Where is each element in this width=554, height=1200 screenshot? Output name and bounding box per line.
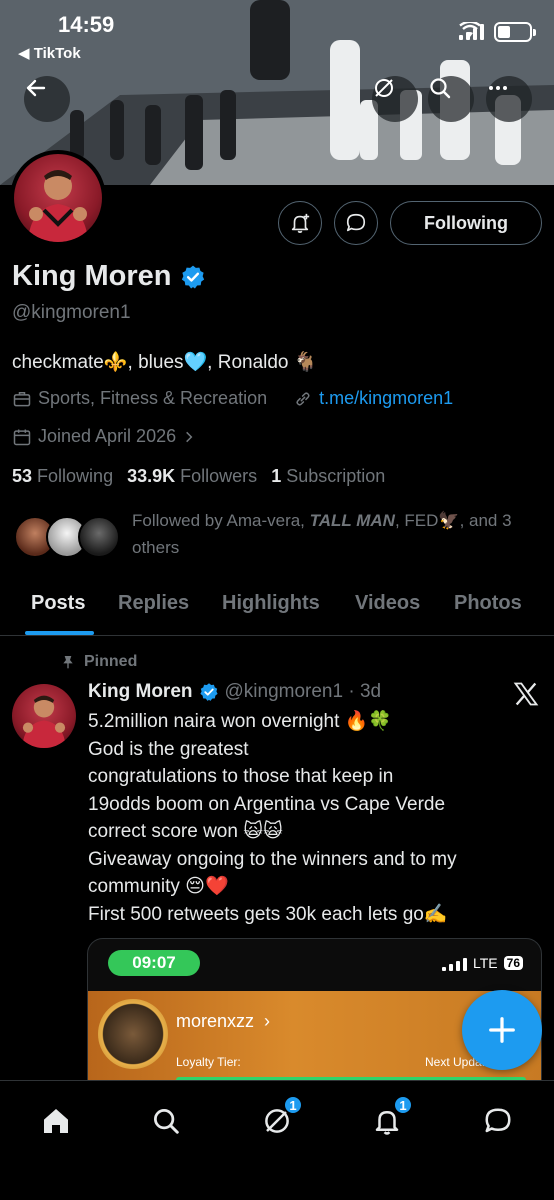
tab-photos[interactable]: Photos bbox=[454, 592, 522, 615]
chevron-right-icon bbox=[186, 431, 193, 442]
nav-notifications[interactable]: 1 bbox=[367, 1095, 413, 1141]
profile-avatar[interactable] bbox=[10, 150, 106, 246]
search-icon bbox=[430, 78, 451, 99]
profile-bio: checkmate⚜️, blues🩵, Ronaldo 🐐 bbox=[12, 352, 318, 373]
notifications-bell-button[interactable] bbox=[278, 201, 322, 245]
tweet-line: 19odds boom on Argentina vs Cape Verde bbox=[88, 793, 446, 815]
media-signal-icon bbox=[442, 955, 467, 971]
media-username-text: morenxzz bbox=[176, 1011, 255, 1031]
briefcase-icon bbox=[13, 391, 31, 406]
compose-button[interactable] bbox=[462, 990, 542, 1070]
back-to-app-link[interactable]: ◀ TikTok bbox=[18, 44, 81, 62]
subscription-count: 1 bbox=[271, 466, 282, 486]
tweet-line: Giveaway ongoing to the winners and to m… bbox=[88, 848, 457, 870]
avatar-image bbox=[28, 170, 88, 242]
verified-badge-icon bbox=[181, 265, 204, 288]
messages-badge: 1 bbox=[283, 1095, 303, 1115]
more-icon bbox=[489, 86, 507, 90]
chat-bubble-icon bbox=[346, 213, 366, 232]
search-icon bbox=[154, 1109, 179, 1134]
followed-by-prefix: Followed by Ama-vera, bbox=[132, 511, 310, 530]
followers-count-link[interactable]: 33.9K Followers bbox=[127, 466, 257, 487]
tweet-line: God is the greatest bbox=[88, 738, 249, 760]
chat-bubble-icon bbox=[485, 1108, 511, 1133]
subscription-count-link[interactable]: 1 Subscription bbox=[271, 466, 385, 487]
verified-badge-icon bbox=[199, 683, 218, 701]
following-count-label: Following bbox=[37, 466, 114, 486]
tweet-line: First 500 retweets gets 30k each lets go… bbox=[88, 903, 448, 925]
pin-icon bbox=[63, 656, 73, 669]
x-logo-icon[interactable] bbox=[512, 680, 540, 708]
wifi-icon bbox=[459, 22, 481, 37]
media-network: LTE bbox=[473, 955, 498, 971]
followed-by-bold-name: TALL MAN bbox=[309, 511, 395, 530]
back-button[interactable] bbox=[24, 76, 70, 122]
back-arrow-icon bbox=[26, 79, 46, 97]
nav-messages[interactable] bbox=[478, 1101, 518, 1141]
joined-row[interactable]: Joined April 2026 bbox=[12, 426, 196, 447]
tab-posts[interactable]: Posts bbox=[31, 592, 85, 615]
nav-search[interactable] bbox=[146, 1101, 186, 1141]
profile-meta-row: Sports, Fitness & Recreation t.me/kingmo… bbox=[12, 388, 453, 409]
tweet-line: 5.2million naira won overnight 🔥🍀 bbox=[88, 711, 392, 732]
bell-plus-icon bbox=[291, 213, 310, 233]
subscription-count-label: Subscription bbox=[286, 466, 386, 486]
calendar-icon bbox=[13, 429, 31, 445]
media-user-avatar bbox=[98, 999, 168, 1069]
pinned-text: Pinned bbox=[84, 653, 138, 670]
media-tier-label: Loyalty Tier: bbox=[176, 1055, 241, 1069]
mute-button[interactable] bbox=[372, 76, 418, 122]
profile-link[interactable]: t.me/kingmoren1 bbox=[319, 388, 453, 409]
home-icon bbox=[44, 1109, 68, 1133]
tweet-avatar[interactable] bbox=[12, 684, 76, 748]
profile-tabs: Posts Replies Highlights Videos Photos bbox=[0, 578, 554, 636]
profile-name: King Moren bbox=[12, 260, 206, 293]
following-count: 53 bbox=[12, 466, 33, 486]
profile-handle: @kingmoren1 bbox=[12, 302, 131, 323]
plus-icon bbox=[489, 1017, 515, 1043]
status-bar: 14:59 ◀ TikTok bbox=[0, 0, 554, 70]
tweet-line: correct score won 🙀🙀 bbox=[88, 821, 283, 842]
tweet-handle-time: @kingmoren1 · 3d bbox=[224, 681, 382, 702]
tab-highlights[interactable]: Highlights bbox=[222, 592, 320, 615]
notifications-badge: 1 bbox=[393, 1095, 413, 1115]
media-status-time: 09:07 bbox=[108, 950, 200, 976]
followers-count: 33.9K bbox=[127, 466, 176, 486]
followed-by-text[interactable]: Followed by Ama-vera, TALL MAN, FED🦅, an… bbox=[132, 507, 542, 561]
profile-name-text: King Moren bbox=[12, 260, 172, 292]
media-username: morenxzz › bbox=[176, 1011, 271, 1031]
message-button[interactable] bbox=[334, 201, 378, 245]
tab-videos[interactable]: Videos bbox=[355, 592, 420, 615]
tweet-author[interactable]: King Moren bbox=[88, 681, 193, 703]
more-options-button[interactable] bbox=[486, 76, 532, 122]
tab-replies[interactable]: Replies bbox=[118, 592, 189, 615]
tweet-header: King Moren @kingmoren1 · 3d bbox=[88, 681, 381, 703]
follower-avatar-3 bbox=[78, 516, 120, 558]
nav-grok[interactable]: 1 bbox=[257, 1095, 303, 1141]
active-tab-indicator bbox=[25, 631, 94, 635]
link-icon bbox=[296, 391, 310, 406]
status-time: 14:59 bbox=[58, 12, 115, 37]
nav-home[interactable] bbox=[36, 1101, 76, 1141]
mute-icon bbox=[375, 79, 393, 97]
following-button[interactable]: Following bbox=[390, 201, 542, 245]
status-icons bbox=[459, 22, 536, 42]
profile-category: Sports, Fitness & Recreation bbox=[38, 388, 268, 408]
media-battery: 76 bbox=[503, 956, 523, 970]
joined-date: Joined April 2026 bbox=[38, 426, 177, 446]
tweet-avatar-image bbox=[22, 695, 66, 748]
media-status-icons: LTE 76 bbox=[442, 955, 523, 971]
bottom-navigation: 1 1 bbox=[0, 1080, 554, 1200]
tweet-line: congratulations to those that keep in bbox=[88, 766, 394, 787]
search-button[interactable] bbox=[428, 76, 474, 122]
follow-counts: 53 Following 33.9K Followers 1 Subscript… bbox=[12, 466, 385, 487]
followers-count-label: Followers bbox=[180, 466, 258, 486]
battery-icon bbox=[494, 22, 536, 42]
following-count-link[interactable]: 53 Following bbox=[12, 466, 113, 487]
tweet-text: 5.2million naira won overnight 🔥🍀 God is… bbox=[88, 708, 538, 928]
pinned-label: Pinned bbox=[60, 653, 137, 671]
tweet-line: community 😔❤️ bbox=[88, 876, 229, 897]
